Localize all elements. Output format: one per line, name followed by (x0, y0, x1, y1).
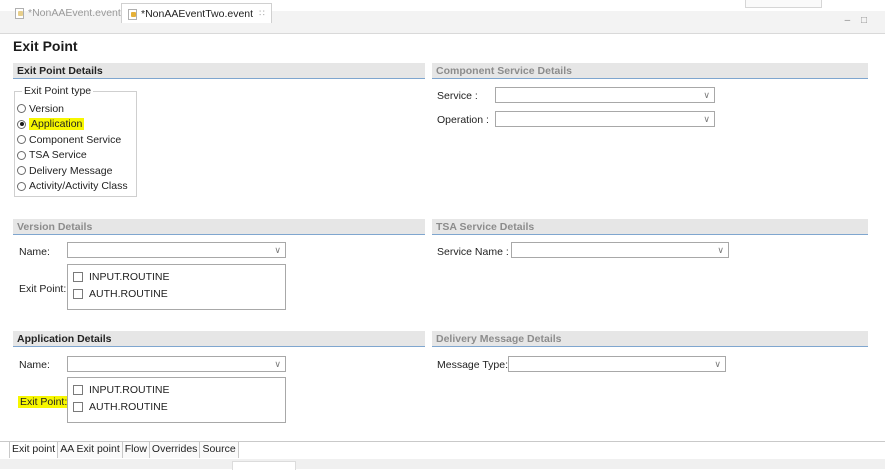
radio-button-selected[interactable] (17, 119, 26, 129)
list-item[interactable]: AUTH.ROUTINE (68, 398, 285, 415)
routine-label: AUTH.ROUTINE (89, 400, 168, 413)
version-details-header: Version Details (13, 219, 425, 235)
radio-version[interactable]: Version (17, 101, 128, 117)
radio-application[interactable]: Application (17, 117, 128, 133)
chevron-down-icon: ∨ (714, 359, 721, 369)
radio-button[interactable] (17, 150, 26, 160)
chevron-down-icon: ∨ (717, 245, 724, 255)
message-type-combo[interactable]: ∨ (508, 356, 726, 372)
radio-tsa-service[interactable]: TSA Service (17, 148, 128, 164)
radio-button[interactable] (17, 181, 26, 191)
version-exit-point-label: Exit Point: (19, 283, 67, 295)
tab-overrides[interactable]: Overrides (149, 442, 201, 458)
radio-label: Version (29, 102, 65, 115)
event-file-icon (128, 8, 137, 20)
chevron-down-icon: ∨ (703, 114, 710, 124)
application-name-combo[interactable]: ∨ (67, 356, 286, 372)
radio-label: Component Service (29, 133, 122, 146)
version-name-label: Name: (19, 246, 50, 258)
version-exit-point-list: INPUT.ROUTINE AUTH.ROUTINE (67, 264, 286, 310)
radio-component-service[interactable]: Component Service (17, 132, 128, 148)
page-title: Exit Point (13, 38, 78, 54)
operation-label: Operation : (437, 114, 489, 126)
chevron-down-icon: ∨ (274, 359, 281, 369)
service-name-label: Service Name : (437, 246, 509, 258)
application-exit-point-label: Exit Point: (18, 396, 70, 408)
radio-button[interactable] (17, 104, 26, 114)
chevron-down-icon: ∨ (703, 90, 710, 100)
service-name-combo[interactable]: ∨ (511, 242, 729, 258)
tab-label: *NonAAEventTwo.event (141, 7, 254, 20)
tsa-service-details-header: TSA Service Details (432, 219, 868, 235)
application-details-header: Application Details (13, 331, 425, 347)
routine-label: AUTH.ROUTINE (89, 287, 168, 300)
checkbox[interactable] (73, 271, 83, 282)
radio-label: Delivery Message (29, 164, 113, 177)
checkbox[interactable] (73, 384, 83, 395)
application-exit-point-list: INPUT.ROUTINE AUTH.ROUTINE (67, 377, 286, 423)
version-name-combo[interactable]: ∨ (67, 242, 286, 258)
status-bar (0, 459, 885, 469)
checkbox[interactable] (73, 401, 83, 412)
toolbar-strip (745, 0, 822, 8)
list-item[interactable]: INPUT.ROUTINE (68, 381, 285, 398)
radio-label: Activity/Activity Class (29, 180, 128, 193)
delivery-message-details-header: Delivery Message Details (432, 331, 868, 347)
radio-activity-class[interactable]: Activity/Activity Class (17, 179, 128, 195)
close-icon[interactable]: ∷ (259, 8, 265, 19)
application-name-label: Name: (19, 359, 50, 371)
message-type-label: Message Type: (437, 359, 509, 371)
event-file-icon (15, 7, 24, 19)
tab-label: *NonAAEvent.event (28, 6, 121, 19)
tab-exit-point[interactable]: Exit point (9, 442, 59, 458)
exit-point-details-header: Exit Point Details (13, 63, 425, 79)
chevron-down-icon: ∨ (274, 245, 281, 255)
tab-nonaaeventtwo[interactable]: *NonAAEventTwo.event ∷ (121, 3, 272, 23)
service-label: Service : (437, 90, 478, 102)
exit-point-type-options: Version Application Component Service TS… (17, 101, 128, 194)
tab-aa-exit-point[interactable]: AA Exit point (58, 442, 123, 458)
exit-point-label-text: Exit Point: (18, 396, 70, 408)
routine-label: INPUT.ROUTINE (89, 270, 170, 283)
exit-point-type-label: Exit Point type (22, 85, 94, 97)
radio-delivery-message[interactable]: Delivery Message (17, 163, 128, 179)
radio-label: Application (29, 118, 85, 131)
component-service-details-header: Component Service Details (432, 63, 868, 79)
tab-source[interactable]: Source (200, 442, 239, 458)
operation-combo[interactable]: ∨ (495, 111, 715, 127)
radio-button[interactable] (17, 135, 26, 145)
tab-nonaaevent[interactable]: *NonAAEvent.event (9, 3, 127, 22)
editor-page-tabs: Exit point AA Exit point Flow Overrides … (9, 441, 239, 459)
minimize-maximize-icon[interactable]: – □ (845, 15, 871, 26)
checkbox[interactable] (73, 288, 83, 299)
routine-label: INPUT.ROUTINE (89, 383, 170, 396)
radio-button[interactable] (17, 166, 26, 176)
service-combo[interactable]: ∨ (495, 87, 715, 103)
list-item[interactable]: AUTH.ROUTINE (68, 285, 285, 302)
tab-flow[interactable]: Flow (122, 442, 150, 458)
list-item[interactable]: INPUT.ROUTINE (68, 268, 285, 285)
radio-label: TSA Service (29, 149, 87, 162)
